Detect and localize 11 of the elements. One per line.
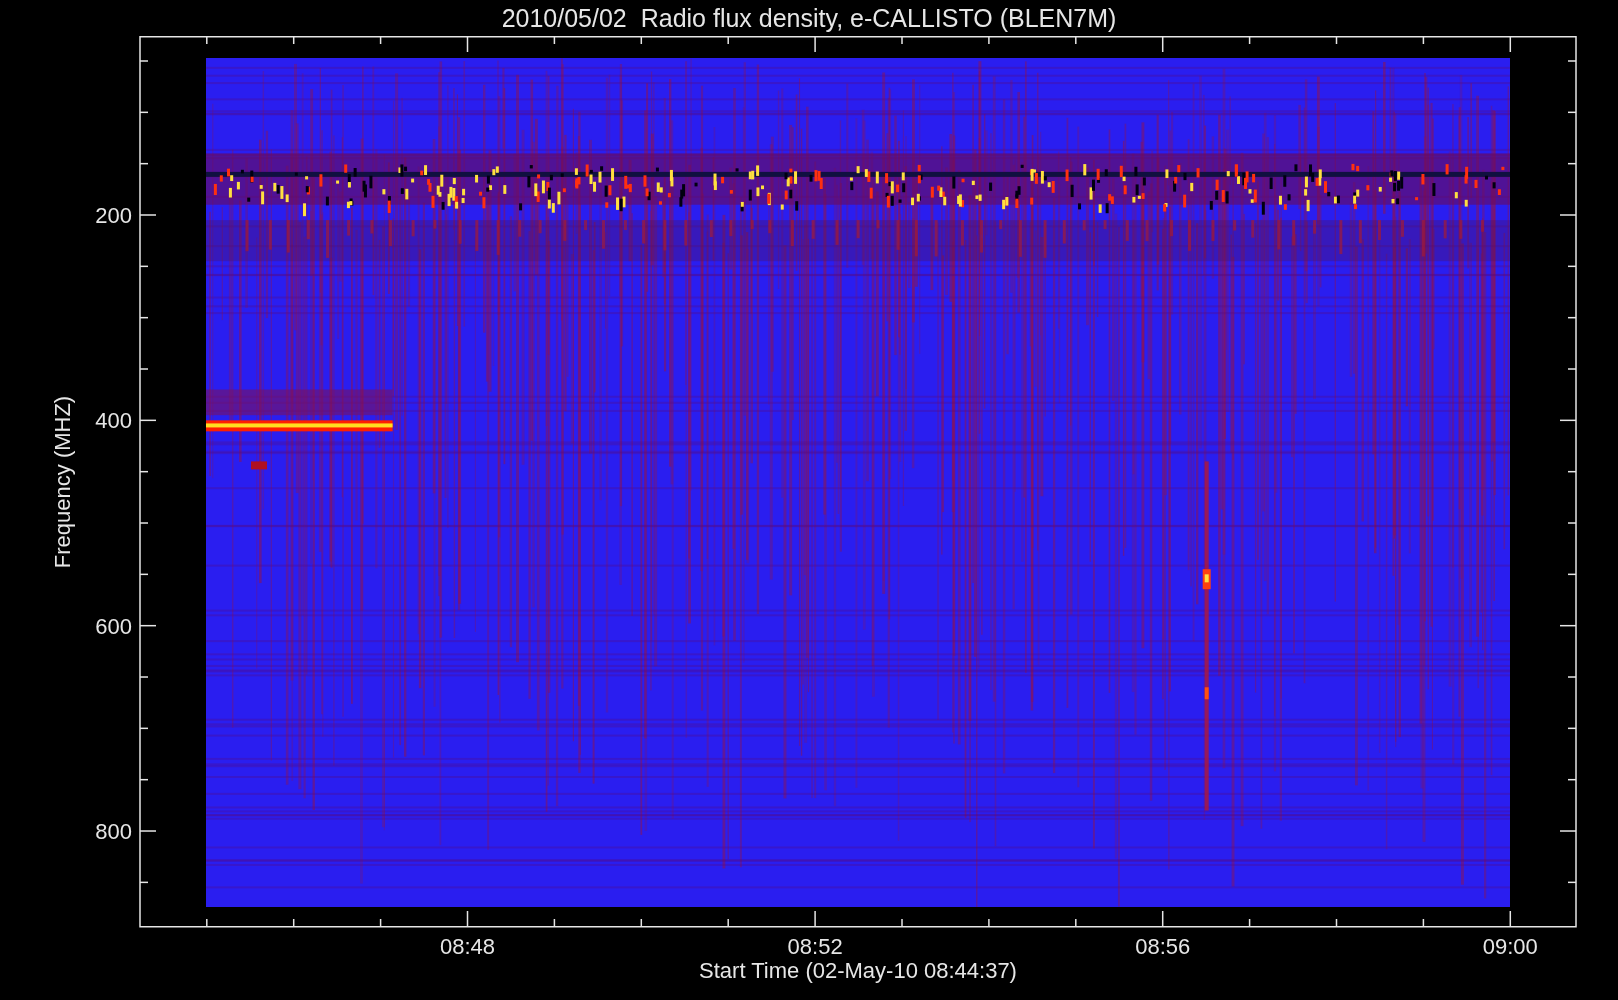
- x-tick-label: 08:56: [1135, 934, 1191, 959]
- x-tick-label: 09:00: [1482, 934, 1538, 959]
- y-tick-label: 800: [95, 819, 132, 844]
- x-tick-label: 08:48: [439, 934, 496, 959]
- y-axis-title: Frequency (MHZ): [50, 395, 75, 569]
- x-axis-title: Start Time (02-May-10 08:44:37): [699, 958, 1017, 983]
- chart-title: 2010/05/02 Radio flux density, e-CALLISTO (BLEN7M): [501, 3, 1117, 33]
- y-tick-label: 200: [95, 203, 132, 228]
- y-tick-label: 400: [95, 408, 132, 434]
- y-tick-label: 600: [95, 613, 132, 639]
- x-tick-label: 08:52: [787, 934, 843, 959]
